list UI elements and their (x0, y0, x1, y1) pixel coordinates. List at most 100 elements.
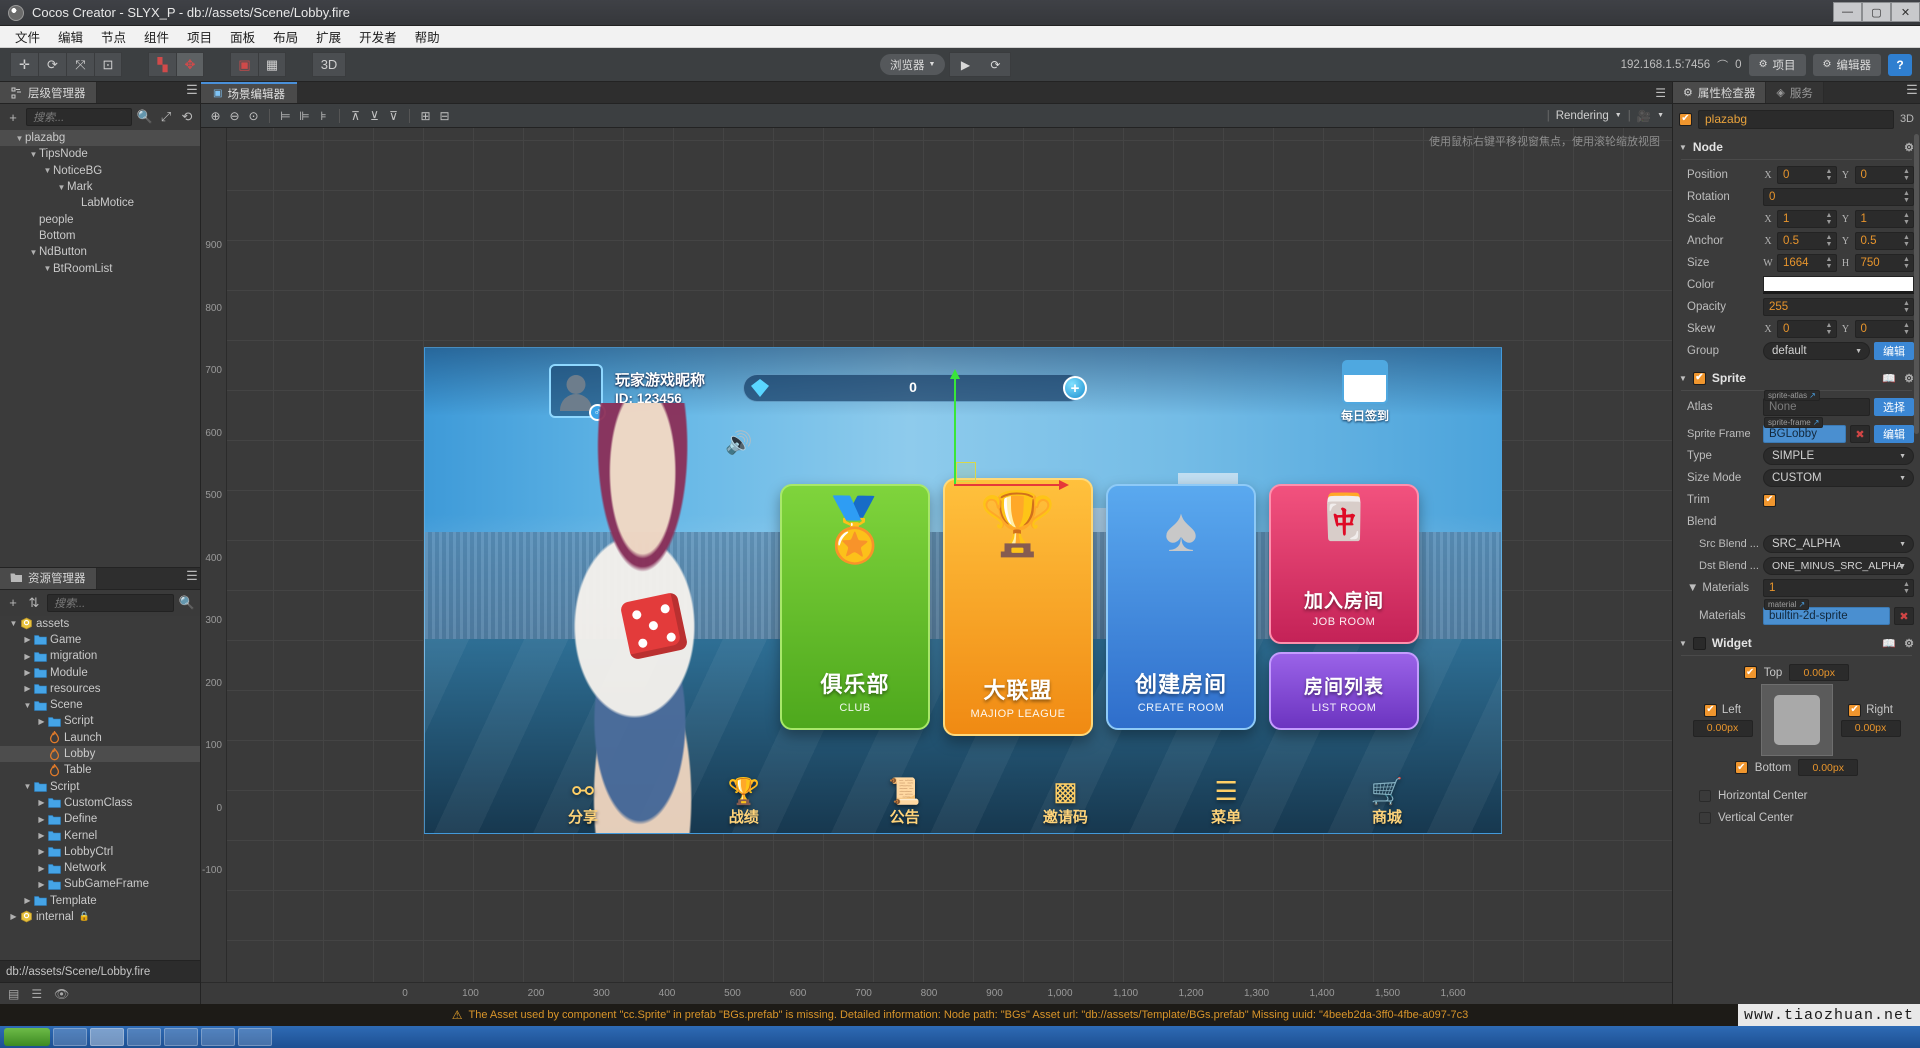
taskbar-item-1[interactable] (53, 1028, 87, 1046)
bottom-menu-button[interactable]: ☰ 菜单 (1178, 778, 1274, 827)
sprite-section-gear-icon[interactable]: ⚙ (1904, 372, 1914, 385)
align-top-icon[interactable]: ⊼ (347, 107, 364, 124)
asset-item-lobbyctrl[interactable]: ▶ LobbyCtrl (0, 844, 200, 860)
skew-x-input[interactable]: 0 ▲ ▼ (1777, 320, 1837, 338)
asset-item-customclass[interactable]: ▶ CustomClass (0, 795, 200, 811)
align-vcenter-icon[interactable]: ⊻ (366, 107, 383, 124)
expand-arrow-icon[interactable]: ▶ (28, 215, 39, 224)
hierarchy-node-noticebg[interactable]: ▼ NoticeBG (0, 163, 200, 179)
node-enabled-checkbox[interactable] (1679, 112, 1692, 126)
scene-viewport[interactable]: 使用鼠标右键平移视窗焦点，使用滚轮缩放视图 ♂ (201, 128, 1672, 1004)
expand-arrow-icon[interactable]: ▼ (22, 782, 33, 791)
card-list-room[interactable]: 房间列表 LIST ROOM (1269, 652, 1419, 730)
grid-view-button[interactable]: ▦ (258, 52, 286, 77)
menu-file[interactable]: 文件 (6, 25, 49, 48)
zoom-in-icon[interactable]: ⊕ (207, 107, 224, 124)
card-join-room[interactable]: 🀄 加入房间 JOB ROOM (1269, 484, 1419, 644)
widget-top-checkbox[interactable] (1743, 666, 1757, 679)
sync-icon[interactable]: ⟲ (179, 109, 195, 125)
expand-arrow-icon[interactable]: ▼ (42, 166, 53, 175)
menu-developer[interactable]: 开发者 (350, 25, 406, 48)
card-create-room[interactable]: ♠ 创建房间 CREATE ROOM (1106, 484, 1256, 730)
inspector-scrollbar[interactable] (1914, 134, 1919, 434)
toggle-3d-button[interactable]: 3D (312, 52, 346, 77)
expand-arrow-icon[interactable]: ▼ (28, 150, 39, 159)
chevron-down-icon-camera[interactable]: ▼ (1657, 112, 1664, 119)
asset-item-lobby[interactable]: ▶ Lobby (0, 745, 200, 763)
hierarchy-node-mark[interactable]: ▼ Mark (0, 179, 200, 195)
taskbar-item-5[interactable] (201, 1028, 235, 1046)
node-section-gear-icon[interactable]: ⚙ (1904, 141, 1914, 154)
group-edit-button[interactable]: 编辑 (1874, 342, 1914, 360)
add-currency-button[interactable]: + (1063, 376, 1087, 400)
hierarchy-node-plazabg[interactable]: ▼ plazabg (0, 130, 200, 147)
asset-item-migration[interactable]: ▶ migration (0, 648, 200, 664)
asset-item-game[interactable]: ▶ Game (0, 632, 200, 648)
bottom-shop-button[interactable]: 🛒 商城 (1339, 778, 1435, 827)
asset-item-scene[interactable]: ▼ Scene (0, 697, 200, 713)
assets-search-icon[interactable]: 🔍 (179, 595, 195, 611)
scale-y-input[interactable]: 1 ▲ ▼ (1854, 210, 1914, 228)
expand-arrow-icon[interactable]: ▶ (36, 733, 47, 742)
widget-left-checkbox[interactable] (1703, 703, 1717, 717)
expand-arrow-icon[interactable]: ▶ (8, 912, 19, 921)
close-button[interactable]: ✕ (1891, 2, 1920, 22)
collapse-triangle-icon-widget[interactable]: ▼ (1679, 639, 1687, 648)
hierarchy-node-labmotice[interactable]: ▶LabMotice (0, 195, 200, 211)
collapse-triangle-icon[interactable]: ▼ (1679, 143, 1687, 152)
widget-section-gear-icon[interactable]: ⚙ (1904, 637, 1914, 650)
position-y-input[interactable]: 0 ▲ ▼ (1854, 166, 1914, 184)
expand-arrow-icon[interactable]: ▶ (28, 231, 39, 240)
move-tool-button[interactable]: ✛ (10, 52, 38, 77)
expand-arrow-icon[interactable]: ▶ (36, 864, 47, 873)
zoom-fit-icon[interactable]: ⊙ (245, 107, 262, 124)
align-bottom-icon[interactable]: ⊽ (385, 107, 402, 124)
taskbar-item-3[interactable] (127, 1028, 161, 1046)
bottom-notice-button[interactable]: 📜 公告 (857, 778, 953, 827)
asset-item-launch[interactable]: ▶ Launch (0, 730, 200, 746)
atlas-select-button[interactable]: 选择 (1874, 398, 1914, 416)
sort-icon[interactable]: ⇅ (26, 595, 42, 611)
menu-layout[interactable]: 布局 (264, 25, 307, 48)
pivot-button[interactable]: ▚ (148, 52, 176, 77)
expand-arrow-icon[interactable]: ▶ (36, 847, 47, 856)
add-asset-button[interactable]: + (5, 595, 21, 611)
widget-help-icon[interactable]: 📖 (1882, 637, 1896, 650)
assets-search-input[interactable]: 搜索... (47, 593, 174, 612)
tab-assets[interactable]: 资源管理器 (0, 567, 97, 589)
align-right-icon[interactable]: ⊧ (315, 107, 332, 124)
rotate-tool-button[interactable]: ⟳ (38, 52, 66, 77)
widget-left-value[interactable]: 0.00px (1692, 719, 1753, 737)
group-dropdown[interactable]: default (1763, 342, 1870, 360)
trim-checkbox[interactable] (1763, 493, 1776, 507)
camera-icon[interactable]: 🎥 (1637, 109, 1651, 123)
distribute-v-icon[interactable]: ⊟ (436, 107, 453, 124)
taskbar-item-6[interactable] (238, 1028, 272, 1046)
color-swatch[interactable] (1763, 276, 1914, 294)
expand-arrow-icon[interactable]: ▶ (22, 652, 33, 661)
position-x-input[interactable]: 0 ▲ ▼ (1777, 166, 1837, 184)
canvas-view-button[interactable]: ▣ (230, 52, 258, 77)
asset-item-resources[interactable]: ▶ resources (0, 681, 200, 697)
zoom-out-icon[interactable]: ⊖ (226, 107, 243, 124)
size-h-input[interactable]: 750 ▲ ▼ (1854, 254, 1914, 272)
menu-panel[interactable]: 面板 (221, 25, 264, 48)
sprite-enabled-checkbox[interactable] (1692, 371, 1706, 385)
maximize-button[interactable]: ▢ (1862, 2, 1891, 22)
expand-arrow-icon[interactable]: ▶ (36, 815, 47, 824)
expand-arrow-icon[interactable]: ▶ (36, 750, 47, 759)
scale-x-input[interactable]: 1 ▲ ▼ (1777, 210, 1837, 228)
size-mode-dropdown[interactable]: CUSTOM (1763, 469, 1914, 487)
card-league[interactable]: 🏆 大联盟 MAJIOP LEAGUE (943, 478, 1093, 736)
asset-item-script[interactable]: ▶ Script (0, 713, 200, 729)
card-club[interactable]: 🏅 俱乐部 CLUB (780, 484, 930, 730)
sprite-type-dropdown[interactable]: SIMPLE (1763, 447, 1914, 465)
expand-arrow-icon[interactable]: ▶ (22, 635, 33, 644)
widget-top-value[interactable]: 0.00px (1789, 664, 1850, 681)
chevron-down-icon[interactable]: ▼ (1615, 112, 1622, 119)
project-settings-button[interactable]: ⚙ 项目 (1748, 53, 1806, 76)
rendering-dropdown[interactable]: Rendering (1556, 110, 1609, 122)
coordinate-button[interactable]: ✥ (176, 52, 204, 77)
scale-tool-button[interactable]: ⤧ (66, 52, 94, 77)
hierarchy-node-tipsnode[interactable]: ▼ TipsNode (0, 146, 200, 162)
